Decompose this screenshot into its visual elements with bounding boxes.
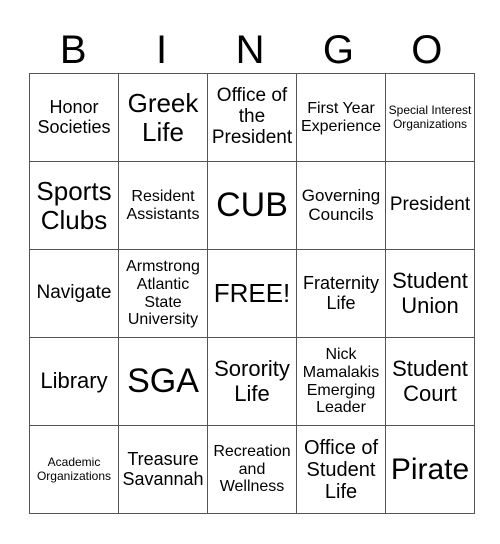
header-letter-i: I: [156, 28, 168, 72]
bingo-cell[interactable]: Student Court: [385, 337, 475, 426]
bingo-header: B I N G O: [29, 28, 471, 72]
grid-row: Academic Organizations Treasure Savannah…: [29, 425, 475, 514]
bingo-cell[interactable]: Academic Organizations: [29, 425, 119, 514]
bingo-cell[interactable]: Special Interest Organizations: [385, 73, 475, 162]
grid-row: Navigate Armstrong Atlantic State Univer…: [29, 249, 475, 338]
bingo-grid: Honor Societies Greek Life Office of the…: [29, 73, 475, 514]
header-letter-b: B: [59, 28, 87, 72]
bingo-cell[interactable]: Sorority Life: [207, 337, 297, 426]
bingo-cell[interactable]: Greek Life: [118, 73, 208, 162]
header-letter-o: O: [411, 28, 443, 72]
bingo-cell[interactable]: Fraternity Life: [296, 249, 386, 338]
free-space-cell[interactable]: FREE!: [207, 249, 297, 338]
bingo-cell[interactable]: Governing Councils: [296, 161, 386, 250]
bingo-cell[interactable]: President: [385, 161, 475, 250]
bingo-cell[interactable]: Pirate: [385, 425, 475, 514]
bingo-cell[interactable]: Nick Mamalakis Emerging Leader: [296, 337, 386, 426]
bingo-cell[interactable]: Library: [29, 337, 119, 426]
bingo-cell[interactable]: SGA: [118, 337, 208, 426]
bingo-cell[interactable]: Honor Societies: [29, 73, 119, 162]
header-letter-g: G: [322, 28, 354, 72]
bingo-cell[interactable]: Office of the President: [207, 73, 297, 162]
grid-row: Library SGA Sorority Life Nick Mamalakis…: [29, 337, 475, 426]
bingo-cell[interactable]: CUB: [207, 161, 297, 250]
grid-row: Honor Societies Greek Life Office of the…: [29, 73, 475, 162]
bingo-cell[interactable]: First Year Experience: [296, 73, 386, 162]
bingo-cell[interactable]: Treasure Savannah: [118, 425, 208, 514]
bingo-cell[interactable]: Sports Clubs: [29, 161, 119, 250]
bingo-cell[interactable]: Office of Student Life: [296, 425, 386, 514]
header-letter-n: N: [235, 28, 265, 72]
bingo-cell[interactable]: Armstrong Atlantic State University: [118, 249, 208, 338]
bingo-cell[interactable]: Recreation and Wellness: [207, 425, 297, 514]
bingo-cell[interactable]: Resident Assistants: [118, 161, 208, 250]
grid-row: Sports Clubs Resident Assistants CUB Gov…: [29, 161, 475, 250]
bingo-cell[interactable]: Navigate: [29, 249, 119, 338]
bingo-cell[interactable]: Student Union: [385, 249, 475, 338]
